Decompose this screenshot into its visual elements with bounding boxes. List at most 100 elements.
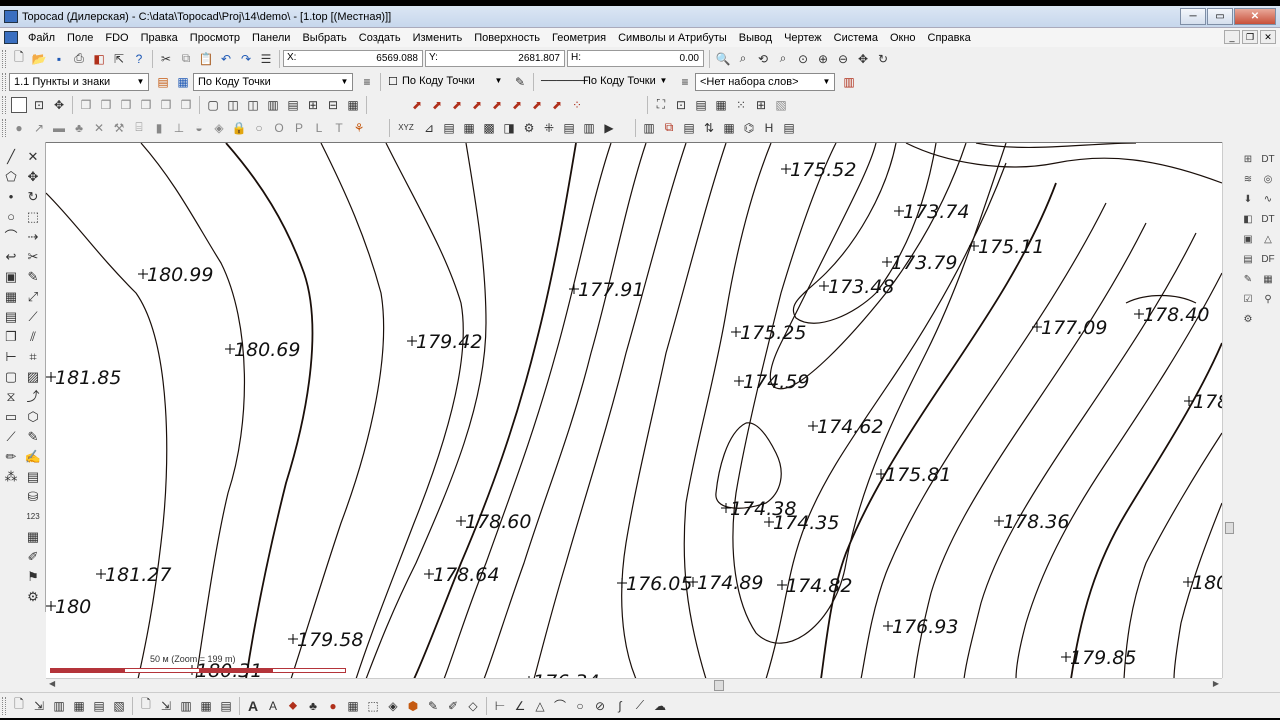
toolbar-grip[interactable] [2, 95, 6, 114]
view-box-icon[interactable]: ❒ [158, 97, 174, 113]
pin-icon[interactable]: ⚲ [1260, 292, 1276, 308]
circle-symbol-icon[interactable]: ○ [251, 120, 267, 136]
y-coordinate-field[interactable]: Y: 2681.807 [425, 50, 565, 67]
elevation-point[interactable]: 177.91 [569, 279, 644, 301]
select-points-icon[interactable]: ⁘ [569, 97, 585, 113]
table-icon[interactable]: ▤ [91, 698, 107, 714]
eraser-icon[interactable]: ⬡ [24, 408, 42, 426]
point-icon[interactable]: • [2, 188, 20, 206]
region-icon[interactable]: ⬚ [365, 698, 381, 714]
menu-file[interactable]: Файл [22, 32, 61, 44]
menu-edit[interactable]: Правка [135, 32, 184, 44]
no-entry-icon[interactable]: ⊘ [592, 698, 608, 714]
profile-icon[interactable]: ⧉ [661, 120, 677, 136]
measure-icon[interactable]: ⟋ [2, 428, 20, 446]
menu-select[interactable]: Выбрать [296, 32, 352, 44]
report-icon[interactable]: ▧ [773, 97, 789, 113]
binoculars-icon[interactable]: ⌬ [741, 120, 757, 136]
elevation-point[interactable]: 175.25 [731, 322, 806, 344]
block-icon[interactable]: ⊡ [31, 97, 47, 113]
select-point-icon[interactable]: ⬈ [449, 97, 465, 113]
table-icon[interactable]: ▦ [713, 97, 729, 113]
play-icon[interactable]: ▶ [601, 120, 617, 136]
layer-properties-icon[interactable]: ▦ [175, 74, 191, 90]
doc-restore-button[interactable]: ❐ [1242, 30, 1258, 44]
chevron-down-icon[interactable]: ▼ [134, 75, 147, 89]
window-split-icon[interactable]: ◫ [245, 97, 261, 113]
arc-icon[interactable]: ⌒ [552, 698, 568, 714]
network-icon[interactable]: ⁂ [2, 468, 20, 486]
zoom-all-icon[interactable]: ⌕ [735, 51, 751, 67]
circle-icon[interactable]: ○ [2, 208, 20, 226]
menu-modify[interactable]: Изменить [407, 32, 469, 44]
word-set-select[interactable]: <Нет набора слов> ▼ [695, 72, 835, 91]
open-folder-icon[interactable]: 📂 [31, 51, 47, 67]
settings-icon[interactable]: ⚙ [1240, 312, 1256, 328]
layers-icon[interactable]: ▤ [441, 120, 457, 136]
help-icon[interactable]: ? [131, 51, 147, 67]
database-icon[interactable]: ⛁ [24, 488, 42, 506]
cross-section-icon[interactable]: ▤ [681, 120, 697, 136]
image-icon[interactable]: ▣ [2, 268, 20, 286]
elevation-point[interactable]: 175.81 [876, 464, 951, 486]
elevation-point[interactable]: 179.85 [1061, 647, 1136, 669]
elevation-point[interactable]: 174.59 [734, 371, 809, 393]
maximize-button[interactable]: ▭ [1207, 8, 1233, 25]
select-point-icon[interactable]: ⬈ [489, 97, 505, 113]
dtm-label-icon[interactable]: DF [1260, 252, 1276, 268]
elevation-point[interactable]: 178.60 [456, 511, 531, 533]
leader-icon[interactable]: ⟋ [632, 698, 648, 714]
contour-icon[interactable]: ≋ [1240, 172, 1256, 188]
pen-icon[interactable]: ✎ [24, 268, 42, 286]
menu-create[interactable]: Создать [353, 32, 407, 44]
pencil-icon[interactable]: ✏ [2, 448, 20, 466]
symbol-code-select[interactable]: ☐ По Коду Точки ▼ [384, 73, 506, 91]
tree-symbol-icon[interactable]: ♣ [71, 120, 87, 136]
table-icon[interactable]: ▤ [218, 698, 234, 714]
export-table-icon[interactable]: ▤ [781, 120, 797, 136]
toolbar-grip[interactable] [2, 696, 6, 715]
menu-output[interactable]: Вывод [733, 32, 778, 44]
zoom-center-icon[interactable]: ⊙ [795, 51, 811, 67]
letter-o-icon[interactable]: O [271, 120, 287, 136]
table-icon[interactable]: ▤ [561, 120, 577, 136]
circle-fill-icon[interactable]: ● [325, 698, 341, 714]
elevation-point[interactable]: 177.09 [1032, 317, 1107, 339]
redraw-icon[interactable]: ↻ [875, 51, 891, 67]
tool-symbol-icon[interactable]: ⚒ [111, 120, 127, 136]
3d-icon[interactable]: ◨ [501, 120, 517, 136]
vertical-scrollbar[interactable] [1222, 142, 1236, 678]
surface-icon[interactable]: ◧ [1240, 212, 1256, 228]
elevation-point[interactable]: 175.52 [781, 159, 856, 181]
elevation-point[interactable]: 178. [1184, 391, 1222, 413]
elevation-point[interactable]: 178.64 [424, 564, 499, 586]
fill-icon[interactable]: ▭ [2, 408, 20, 426]
line-symbol-icon[interactable]: ↗ [31, 120, 47, 136]
zoom-extent-icon[interactable]: ⌕ [775, 51, 791, 67]
undo-icon[interactable]: ↶ [218, 51, 234, 67]
dtm-icon[interactable]: ⊞ [1240, 152, 1256, 168]
dimension-icon[interactable]: ⊢ [2, 348, 20, 366]
document-icon[interactable] [4, 31, 18, 44]
elevation-icon[interactable]: ⊿ [421, 120, 437, 136]
toolbar-grip[interactable] [2, 118, 6, 137]
menu-field[interactable]: Поле [61, 32, 99, 44]
brush-icon[interactable]: ✎ [425, 698, 441, 714]
cloud-icon[interactable]: ☁ [652, 698, 668, 714]
elevation-point[interactable]: 180 [46, 596, 91, 618]
pencil-icon[interactable]: ✐ [445, 698, 461, 714]
check-icon[interactable]: ☑ [1240, 292, 1256, 308]
select-point-icon[interactable]: ⬈ [409, 97, 425, 113]
chart-icon[interactable]: ▧ [111, 698, 127, 714]
chevron-down-icon[interactable]: ▼ [657, 74, 670, 88]
rotate-icon[interactable]: ↻ [24, 188, 42, 206]
move-icon[interactable]: ✥ [51, 97, 67, 113]
elevation-point[interactable]: 180.99 [138, 264, 213, 286]
map-icon[interactable]: ▤ [1240, 252, 1256, 268]
elevation-point[interactable]: 178.40 [1134, 304, 1209, 326]
import-icon[interactable]: ▥ [51, 698, 67, 714]
menu-drawing[interactable]: Чертеж [778, 32, 828, 44]
new-file-icon[interactable]: 🗋 [11, 50, 27, 67]
tree-icon[interactable]: ♣ [305, 698, 321, 714]
select-point-icon[interactable]: ⬈ [529, 97, 545, 113]
